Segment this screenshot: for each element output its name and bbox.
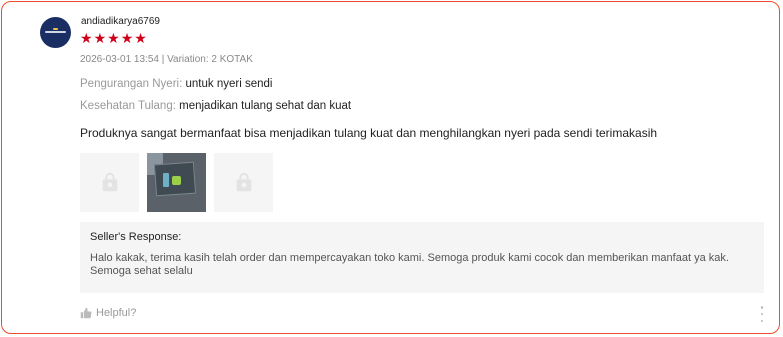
avatar[interactable] (40, 17, 71, 48)
photo-label-blue (163, 173, 169, 187)
more-dot (760, 306, 764, 309)
helpful-label: Helpful? (96, 307, 137, 319)
attribute-value: untuk nyeri sendi (185, 78, 273, 90)
placeholder-bag-icon (102, 172, 117, 191)
rating-stars: ★ ★ ★ ★ ★ (80, 31, 147, 45)
review-attribute-pain-relief: Pengurangan Nyeri: untuk nyeri sendi (80, 78, 272, 90)
reviewer-username: andiadikarya6769 (81, 16, 160, 27)
review-card: andiadikarya6769 ★ ★ ★ ★ ★ 2026-03-01 13… (1, 1, 780, 334)
avatar-logo-dot (53, 28, 58, 30)
attribute-key: Pengurangan Nyeri: (80, 78, 183, 90)
more-vertical-icon[interactable] (759, 306, 765, 322)
star-icon: ★ (93, 30, 107, 46)
more-dot (760, 319, 764, 322)
star-icon: ★ (107, 30, 120, 46)
thumbs-up-icon (80, 307, 92, 319)
review-attribute-bone-health: Kesehatan Tulang: menjadikan tulang seha… (80, 100, 351, 112)
attribute-key: Kesehatan Tulang: (80, 100, 176, 112)
seller-response-title: Seller's Response: (90, 231, 182, 243)
attribute-value: menjadikan tulang sehat dan kuat (179, 100, 352, 112)
photo-label-green (172, 176, 181, 185)
placeholder-bag-icon (236, 172, 251, 191)
more-dot (760, 312, 764, 316)
review-meta: 2026-03-01 13:54 | Variation: 2 KOTAK (80, 54, 253, 65)
helpful-button[interactable]: Helpful? (80, 307, 136, 319)
review-photo[interactable] (147, 153, 206, 212)
seller-response: Seller's Response: Halo kakak, terima ka… (80, 222, 764, 293)
review-comment: Produknya sangat bermanfaat bisa menjadi… (80, 126, 658, 140)
star-icon: ★ (80, 30, 93, 46)
review-media (80, 153, 273, 212)
media-placeholder-1[interactable] (80, 153, 139, 212)
seller-response-body: Halo kakak, terima kasih telah order dan… (90, 252, 729, 277)
star-icon: ★ (134, 30, 147, 46)
media-placeholder-2[interactable] (214, 153, 273, 212)
star-icon: ★ (120, 30, 134, 46)
avatar-logo-stripe (45, 31, 66, 33)
